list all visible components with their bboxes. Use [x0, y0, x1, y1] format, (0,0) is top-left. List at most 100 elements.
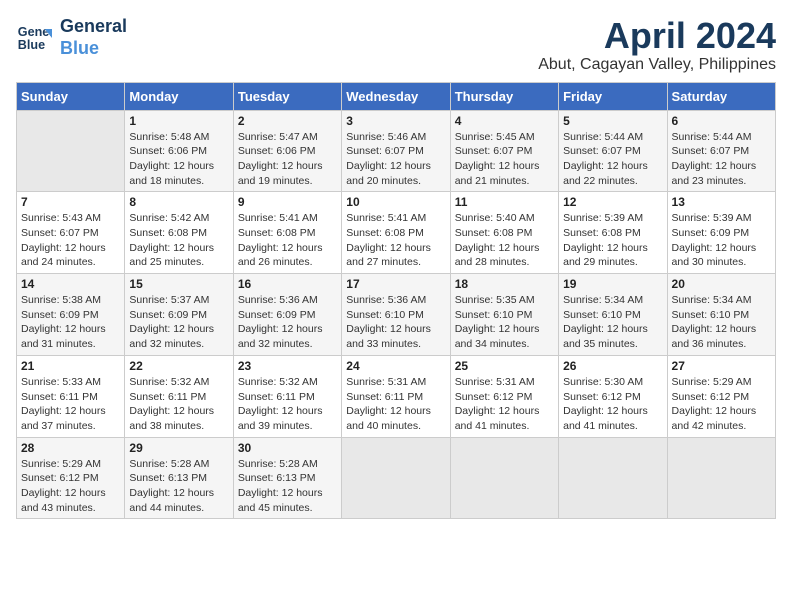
day-info: Sunrise: 5:43 AMSunset: 6:07 PMDaylight:…: [21, 211, 120, 270]
day-number: 19: [563, 277, 662, 291]
day-info: Sunrise: 5:45 AMSunset: 6:07 PMDaylight:…: [455, 130, 554, 189]
calendar-cell: 12Sunrise: 5:39 AMSunset: 6:08 PMDayligh…: [559, 192, 667, 274]
day-number: 28: [21, 441, 120, 455]
week-row-5: 28 Sunrise: 5:29 AMSunset: 6:12 PMDayligh…: [17, 437, 776, 519]
calendar-cell: 30 Sunrise: 5:28 AMSunset: 6:13 PMDayligh…: [233, 437, 341, 519]
calendar-cell: 23Sunrise: 5:32 AMSunset: 6:11 PMDayligh…: [233, 355, 341, 437]
day-info: Sunrise: 5:47 AMSunset: 6:06 PMDaylight:…: [238, 130, 337, 189]
svg-text:Blue: Blue: [18, 37, 45, 51]
title-area: April 2024 Abut, Cagayan Valley, Philipp…: [538, 16, 776, 74]
calendar-cell: 20Sunrise: 5:34 AMSunset: 6:10 PMDayligh…: [667, 274, 775, 356]
day-number: 10: [346, 195, 445, 209]
calendar-header-row: SundayMondayTuesdayWednesdayThursdayFrid…: [17, 82, 776, 110]
day-info: Sunrise: 5:28 AMSunset: 6:13 PMDaylight:…: [129, 457, 228, 516]
calendar-cell: 10Sunrise: 5:41 AMSunset: 6:08 PMDayligh…: [342, 192, 450, 274]
day-number: 14: [21, 277, 120, 291]
day-info: Sunrise: 5:31 AMSunset: 6:12 PMDaylight:…: [455, 375, 554, 434]
calendar-cell: 18Sunrise: 5:35 AMSunset: 6:10 PMDayligh…: [450, 274, 558, 356]
calendar-cell: 2Sunrise: 5:47 AMSunset: 6:06 PMDaylight…: [233, 110, 341, 192]
logo-general: General: [60, 16, 127, 38]
day-number: 1: [129, 114, 228, 128]
day-info: Sunrise: 5:30 AMSunset: 6:12 PMDaylight:…: [563, 375, 662, 434]
day-info: Sunrise: 5:35 AMSunset: 6:10 PMDaylight:…: [455, 293, 554, 352]
header: General Blue General Blue April 2024 Abu…: [16, 16, 776, 74]
day-info: Sunrise: 5:34 AMSunset: 6:10 PMDaylight:…: [672, 293, 771, 352]
calendar-cell: [342, 437, 450, 519]
header-sunday: Sunday: [17, 82, 125, 110]
day-number: 15: [129, 277, 228, 291]
week-row-2: 7 Sunrise: 5:43 AMSunset: 6:07 PMDaylight…: [17, 192, 776, 274]
day-info: Sunrise: 5:44 AMSunset: 6:07 PMDaylight:…: [672, 130, 771, 189]
day-number: 26: [563, 359, 662, 373]
calendar-cell: 19 Sunrise: 5:34 AMSunset: 6:10 PMDayligh…: [559, 274, 667, 356]
calendar-cell: [667, 437, 775, 519]
day-info: Sunrise: 5:28 AMSunset: 6:13 PMDaylight:…: [238, 457, 337, 516]
day-number: 13: [672, 195, 771, 209]
day-number: 3: [346, 114, 445, 128]
calendar-table: SundayMondayTuesdayWednesdayThursdayFrid…: [16, 82, 776, 520]
day-number: 21: [21, 359, 120, 373]
calendar-cell: 16Sunrise: 5:36 AMSunset: 6:09 PMDayligh…: [233, 274, 341, 356]
day-info: Sunrise: 5:41 AMSunset: 6:08 PMDaylight:…: [238, 211, 337, 270]
calendar-cell: 8 Sunrise: 5:42 AMSunset: 6:08 PMDaylight…: [125, 192, 233, 274]
day-info: Sunrise: 5:36 AMSunset: 6:10 PMDaylight:…: [346, 293, 445, 352]
calendar-cell: 25 Sunrise: 5:31 AMSunset: 6:12 PMDayligh…: [450, 355, 558, 437]
day-number: 9: [238, 195, 337, 209]
day-number: 16: [238, 277, 337, 291]
calendar-cell: 4 Sunrise: 5:45 AMSunset: 6:07 PMDaylight…: [450, 110, 558, 192]
calendar-cell: 21 Sunrise: 5:33 AMSunset: 6:11 PMDayligh…: [17, 355, 125, 437]
week-row-4: 21 Sunrise: 5:33 AMSunset: 6:11 PMDayligh…: [17, 355, 776, 437]
calendar-cell: 28 Sunrise: 5:29 AMSunset: 6:12 PMDayligh…: [17, 437, 125, 519]
calendar-cell: 17 Sunrise: 5:36 AMSunset: 6:10 PMDayligh…: [342, 274, 450, 356]
day-number: 29: [129, 441, 228, 455]
header-monday: Monday: [125, 82, 233, 110]
calendar-cell: 3 Sunrise: 5:46 AMSunset: 6:07 PMDaylight…: [342, 110, 450, 192]
header-tuesday: Tuesday: [233, 82, 341, 110]
calendar-cell: [450, 437, 558, 519]
day-number: 6: [672, 114, 771, 128]
day-info: Sunrise: 5:32 AMSunset: 6:11 PMDaylight:…: [238, 375, 337, 434]
day-info: Sunrise: 5:31 AMSunset: 6:11 PMDaylight:…: [346, 375, 445, 434]
day-number: 11: [455, 195, 554, 209]
calendar-cell: 22 Sunrise: 5:32 AMSunset: 6:11 PMDayligh…: [125, 355, 233, 437]
day-info: Sunrise: 5:40 AMSunset: 6:08 PMDaylight:…: [455, 211, 554, 270]
day-number: 22: [129, 359, 228, 373]
calendar-cell: 29 Sunrise: 5:28 AMSunset: 6:13 PMDayligh…: [125, 437, 233, 519]
day-info: Sunrise: 5:39 AMSunset: 6:08 PMDaylight:…: [563, 211, 662, 270]
calendar-cell: 14 Sunrise: 5:38 AMSunset: 6:09 PMDayligh…: [17, 274, 125, 356]
header-friday: Friday: [559, 82, 667, 110]
day-info: Sunrise: 5:34 AMSunset: 6:10 PMDaylight:…: [563, 293, 662, 352]
header-saturday: Saturday: [667, 82, 775, 110]
day-info: Sunrise: 5:32 AMSunset: 6:11 PMDaylight:…: [129, 375, 228, 434]
day-info: Sunrise: 5:39 AMSunset: 6:09 PMDaylight:…: [672, 211, 771, 270]
logo-blue: Blue: [60, 38, 127, 60]
day-info: Sunrise: 5:29 AMSunset: 6:12 PMDaylight:…: [672, 375, 771, 434]
day-number: 7: [21, 195, 120, 209]
calendar-cell: [559, 437, 667, 519]
calendar-cell: 11 Sunrise: 5:40 AMSunset: 6:08 PMDayligh…: [450, 192, 558, 274]
week-row-3: 14 Sunrise: 5:38 AMSunset: 6:09 PMDayligh…: [17, 274, 776, 356]
day-info: Sunrise: 5:37 AMSunset: 6:09 PMDaylight:…: [129, 293, 228, 352]
day-info: Sunrise: 5:29 AMSunset: 6:12 PMDaylight:…: [21, 457, 120, 516]
day-number: 24: [346, 359, 445, 373]
calendar-cell: 24 Sunrise: 5:31 AMSunset: 6:11 PMDayligh…: [342, 355, 450, 437]
day-number: 17: [346, 277, 445, 291]
day-number: 25: [455, 359, 554, 373]
header-thursday: Thursday: [450, 82, 558, 110]
day-info: Sunrise: 5:38 AMSunset: 6:09 PMDaylight:…: [21, 293, 120, 352]
day-number: 4: [455, 114, 554, 128]
page-subtitle: Abut, Cagayan Valley, Philippines: [538, 56, 776, 74]
day-info: Sunrise: 5:33 AMSunset: 6:11 PMDaylight:…: [21, 375, 120, 434]
day-number: 30: [238, 441, 337, 455]
day-number: 27: [672, 359, 771, 373]
day-info: Sunrise: 5:46 AMSunset: 6:07 PMDaylight:…: [346, 130, 445, 189]
week-row-1: 1Sunrise: 5:48 AMSunset: 6:06 PMDaylight…: [17, 110, 776, 192]
calendar-cell: 13 Sunrise: 5:39 AMSunset: 6:09 PMDayligh…: [667, 192, 775, 274]
calendar-cell: 6 Sunrise: 5:44 AMSunset: 6:07 PMDaylight…: [667, 110, 775, 192]
calendar-cell: 5Sunrise: 5:44 AMSunset: 6:07 PMDaylight…: [559, 110, 667, 192]
logo: General Blue General Blue: [16, 16, 127, 59]
day-info: Sunrise: 5:42 AMSunset: 6:08 PMDaylight:…: [129, 211, 228, 270]
calendar-cell: [17, 110, 125, 192]
logo-icon: General Blue: [16, 20, 52, 56]
day-number: 8: [129, 195, 228, 209]
